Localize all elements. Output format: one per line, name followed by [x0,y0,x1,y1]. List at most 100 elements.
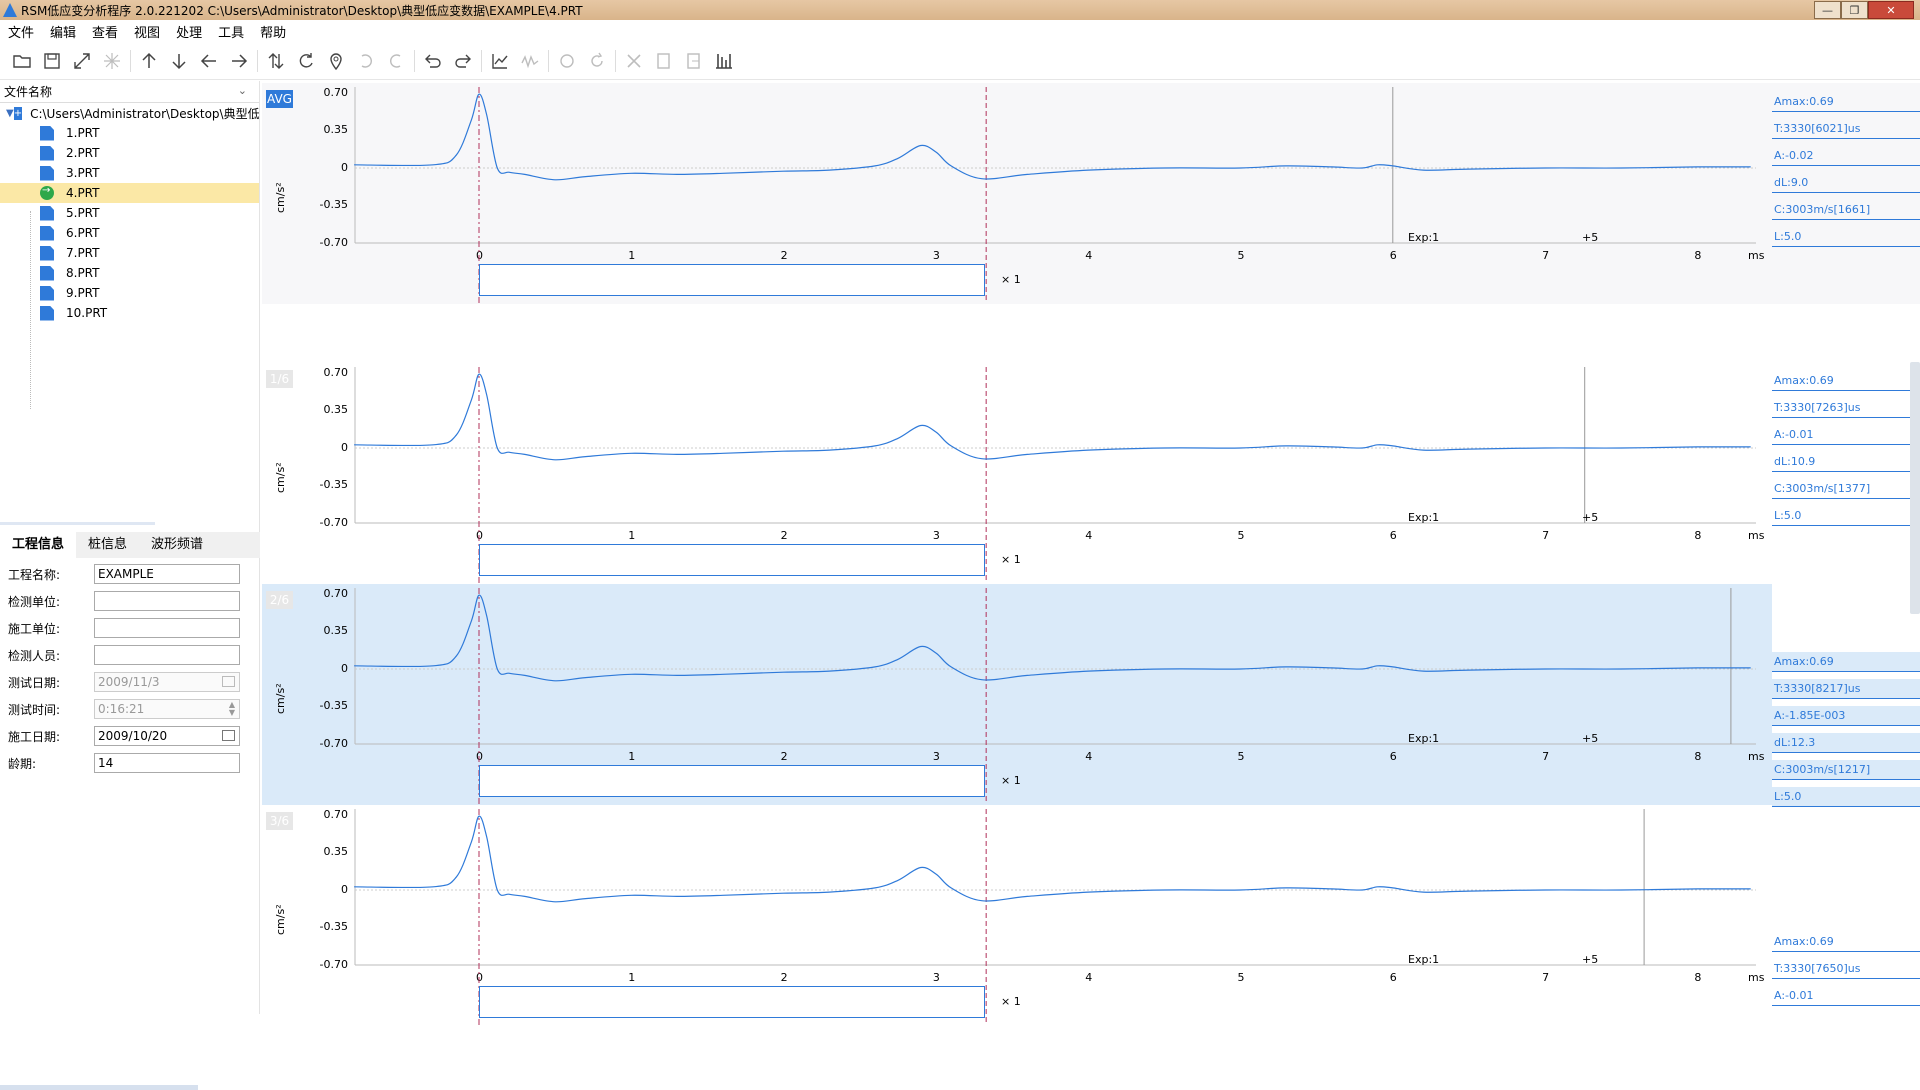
param-readout[interactable]: C:3003m/s[1217] [1772,760,1920,780]
menu-tools[interactable]: 工具 [214,22,256,41]
waveform-panel[interactable]: 1/6cm/s²0.700.350-0.35-0.70012345678msEx… [262,363,1920,584]
param-readout[interactable]: T:3330[8217]us [1772,679,1920,699]
param-readout[interactable]: L:5.0 [1772,506,1920,526]
left-panel: 文件名称 ⌄ ▼ + C:\Users\Administrator\Deskto… [0,81,260,1090]
vertical-scrollbar[interactable] [1910,362,1920,614]
form-row: 检测人员: [8,644,240,666]
line-chart-icon[interactable] [488,49,512,73]
form-field[interactable]: 2009/10/20 [94,726,240,746]
refresh-alt-icon[interactable] [585,49,609,73]
tree-file-item[interactable]: 8.PRT [0,263,259,283]
undo-icon[interactable] [421,49,445,73]
redo-icon[interactable] [451,49,475,73]
arrow-right-icon[interactable] [227,49,251,73]
panel-splitter[interactable] [0,522,155,525]
param-readout[interactable]: T:3330[6021]us [1772,119,1920,139]
import-icon[interactable] [682,49,706,73]
param-readout[interactable]: L:5.0 [1772,227,1920,247]
tab-pile-info[interactable]: 桩信息 [76,532,139,558]
minimize-button[interactable]: — [1814,1,1841,19]
horizontal-scrollbar[interactable] [0,1085,198,1090]
param-readout[interactable]: C:3003m/s[1661] [1772,200,1920,220]
tree-file-label: 3.PRT [66,166,100,180]
menu-view[interactable]: 视图 [130,22,172,41]
open-folder-icon[interactable] [10,49,34,73]
refresh-icon[interactable] [555,49,579,73]
chevron-down-icon[interactable]: ⌄ [238,84,247,97]
tab-spectrum[interactable]: 波形频谱 [139,532,215,558]
param-readout[interactable]: Amax:0.69 [1772,652,1920,672]
tree-file-item[interactable]: 5.PRT [0,203,259,223]
spin-buttons-icon[interactable]: ▲ ▼ [229,701,235,717]
tree-file-label: 7.PRT [66,246,100,260]
calendar-icon[interactable] [222,730,235,741]
tree-file-item[interactable]: 7.PRT [0,243,259,263]
annotation-input[interactable] [479,986,985,1018]
tree-file-item[interactable]: 2.PRT [0,143,259,163]
tree-file-item[interactable]: 10.PRT [0,303,259,323]
form-field-value: 0:16:21 [98,702,145,716]
tree-file-item[interactable]: 3.PRT [0,163,259,183]
waveform-panel[interactable]: 3/6cm/s²0.700.350-0.35-0.70012345678msEx… [262,805,1920,1026]
calendar-icon[interactable] [222,676,235,687]
annotation-input[interactable] [479,765,985,797]
tree-root-folder[interactable]: ▼ + C:\Users\Administrator\Desktop\典型低应变… [0,103,259,123]
collapse-icon[interactable]: ▼ [6,108,14,119]
save-icon[interactable] [40,49,64,73]
param-readout[interactable]: T:3330[7650]us [1772,959,1920,979]
param-readout[interactable]: Amax:0.69 [1772,932,1920,952]
arrow-up-icon[interactable] [137,49,161,73]
bar-settings-icon[interactable] [712,49,736,73]
form-field[interactable]: EXAMPLE [94,564,240,584]
form-field[interactable] [94,645,240,665]
param-readout[interactable]: Amax:0.69 [1772,92,1920,112]
menu-edit[interactable]: 编辑 [46,22,88,41]
tab-project-info[interactable]: 工程信息 [0,532,77,558]
annotation-input[interactable] [479,264,985,296]
menu-help[interactable]: 帮助 [256,22,298,41]
arrow-left-icon[interactable] [197,49,221,73]
swap-vertical-icon[interactable] [264,49,288,73]
file-list-header[interactable]: 文件名称 ⌄ [0,81,259,103]
gain-label: +5 [1582,953,1599,966]
expand-icon[interactable] [70,49,94,73]
close-button[interactable]: ✕ [1868,1,1914,19]
form-field[interactable]: 14 [94,753,240,773]
param-readout[interactable]: T:3330[7263]us [1772,398,1920,418]
rotate-icon[interactable] [294,49,318,73]
param-readout[interactable]: A:-0.02 [1772,146,1920,166]
wave-icon[interactable] [518,49,542,73]
param-readout[interactable]: A:-0.01 [1772,425,1920,445]
star-icon[interactable] [100,49,124,73]
menu-process[interactable]: 处理 [172,22,214,41]
annotation-input[interactable] [479,544,985,576]
param-readout[interactable]: L:5.0 [1772,787,1920,807]
maximize-button[interactable]: ❐ [1841,1,1868,19]
export-icon[interactable] [652,49,676,73]
param-readout[interactable]: dL:10.9 [1772,452,1920,472]
param-readout[interactable]: dL:9.0 [1772,173,1920,193]
waveform-panel[interactable]: AVGcm/s²0.700.350-0.35-0.70012345678msEx… [262,83,1920,304]
form-field[interactable] [94,591,240,611]
tree-file-item[interactable]: 1.PRT [0,123,259,143]
form-field[interactable] [94,618,240,638]
menu-file[interactable]: 文件 [4,22,46,41]
param-readout[interactable]: dL:12.3 [1772,733,1920,753]
form-field-value: 2009/10/20 [98,729,168,743]
scissors-icon[interactable] [622,49,646,73]
tree-file-item[interactable]: 4.PRT [0,183,259,203]
waveform-panel[interactable]: 2/6cm/s²0.700.350-0.35-0.70012345678msEx… [262,584,1920,805]
location-pin-icon[interactable] [324,49,348,73]
redo-curve-icon[interactable] [384,49,408,73]
tree-file-item[interactable]: 9.PRT [0,283,259,303]
param-readout[interactable]: A:-0.01 [1772,986,1920,1006]
arrow-down-icon[interactable] [167,49,191,73]
param-readout[interactable]: A:-1.85E-003 [1772,706,1920,726]
param-readout[interactable]: Amax:0.69 [1772,371,1920,391]
current-file-icon [40,185,54,200]
param-readout[interactable]: C:3003m/s[1377] [1772,479,1920,499]
undo-curve-icon[interactable] [354,49,378,73]
window-title: RSM低应变分析程序 2.0.221202 C:\Users\Administr… [21,3,583,18]
menu-find[interactable]: 查看 [88,22,130,41]
tree-file-item[interactable]: 6.PRT [0,223,259,243]
